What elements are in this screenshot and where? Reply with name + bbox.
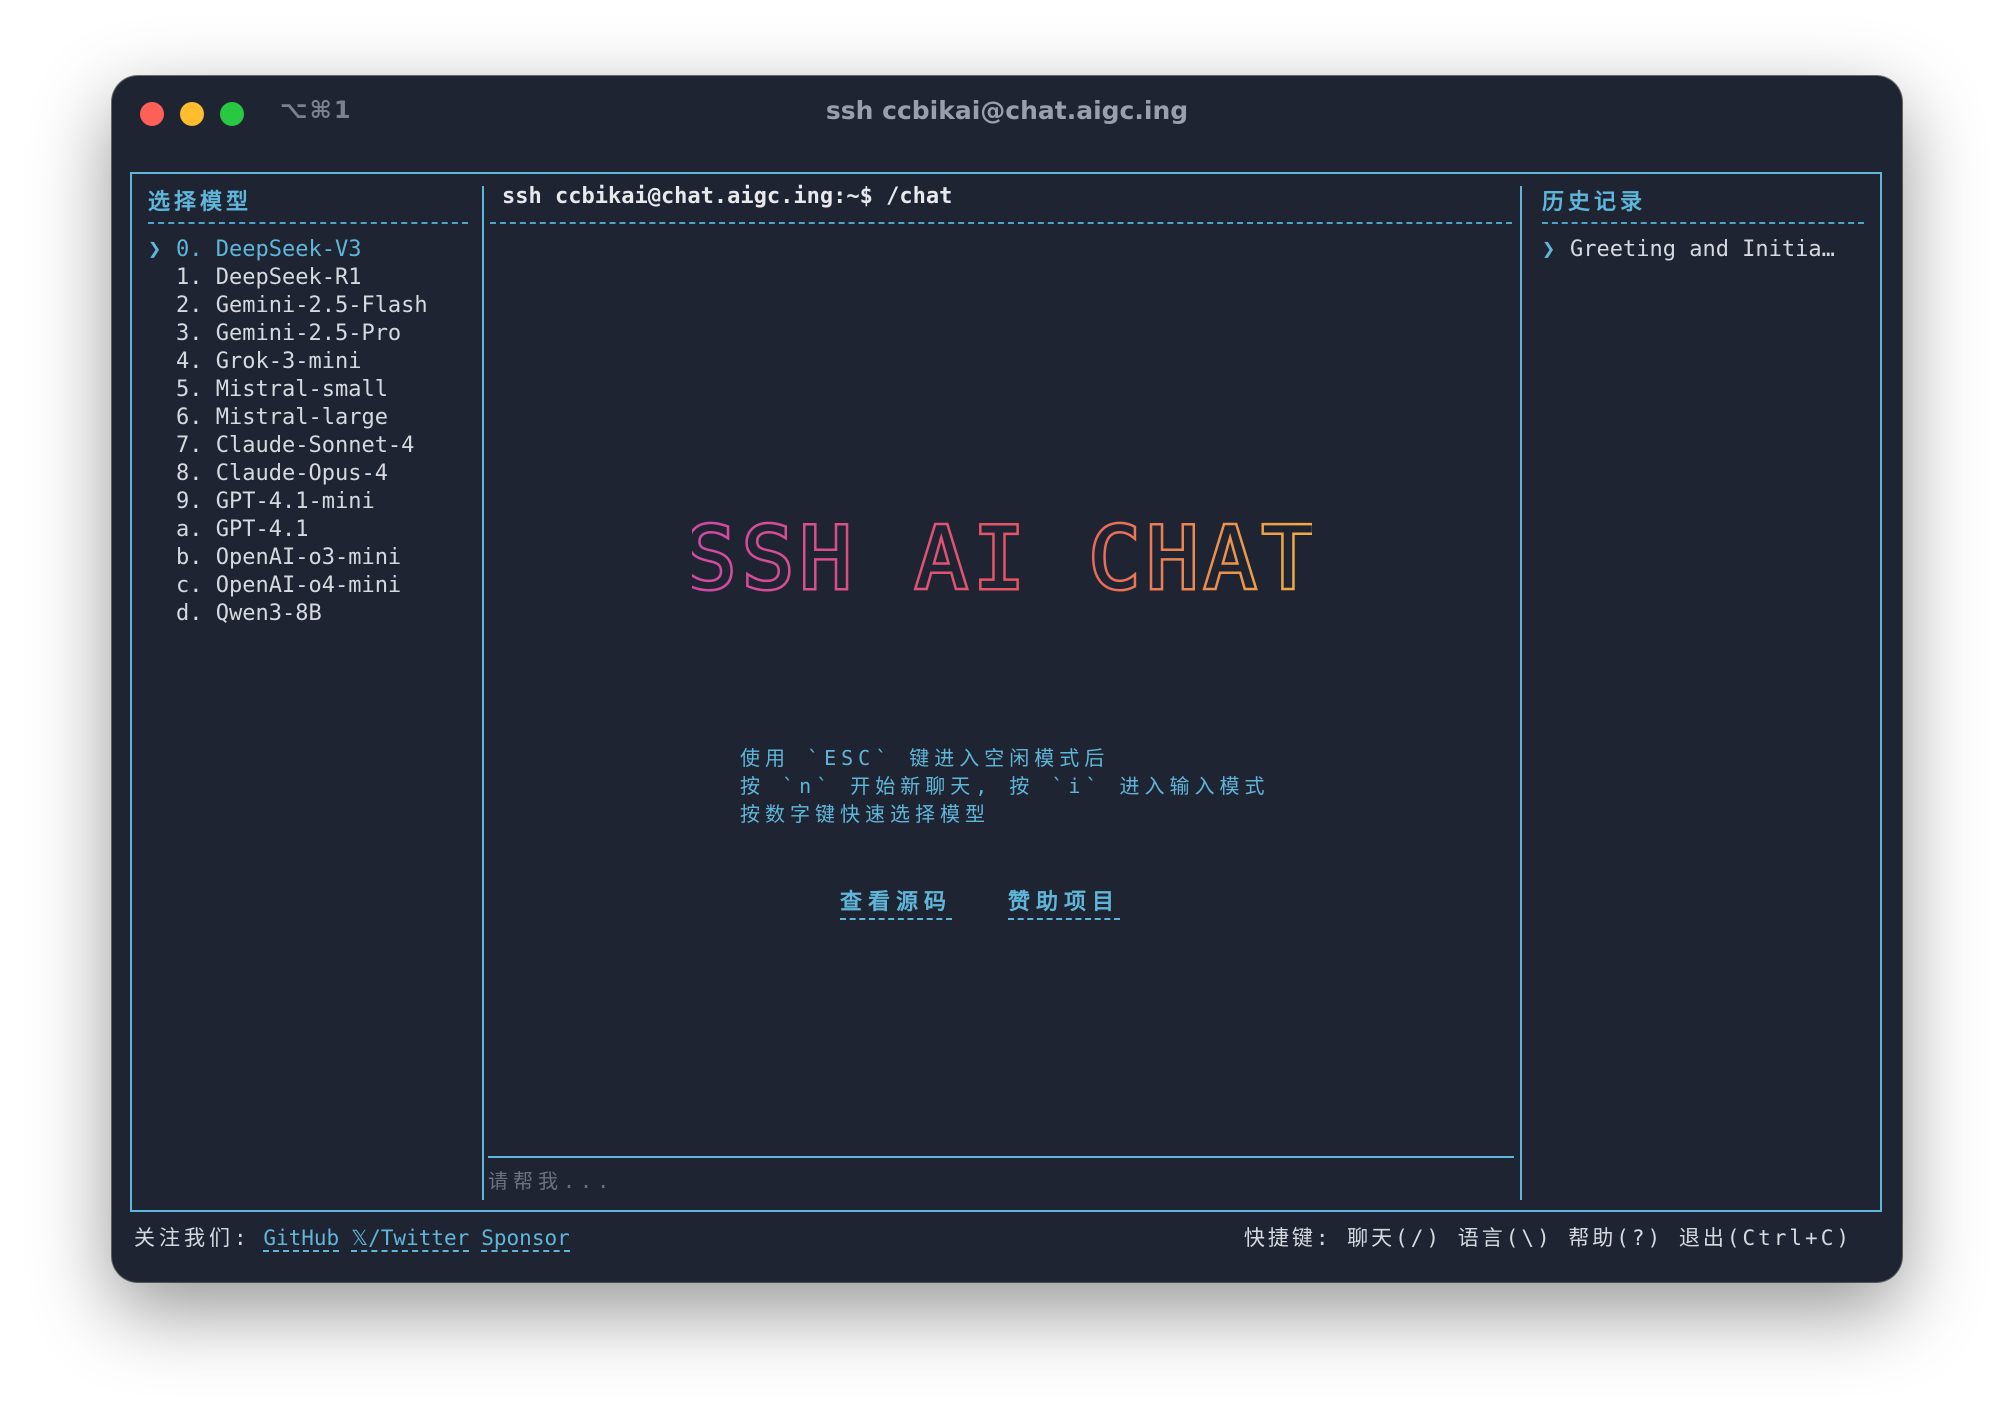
model-item-gemini-2-5-flash[interactable]: 2. Gemini-2.5-Flash	[148, 292, 468, 320]
model-item-claude-opus-4[interactable]: 8. Claude-Opus-4	[148, 460, 468, 488]
usage-hints: 使用 `ESC` 键进入空闲模式后 按 `n` 开始新聊天, 按 `i` 进入输…	[740, 744, 1270, 828]
sponsor-project-link[interactable]: 赞助项目	[1008, 884, 1121, 920]
model-item-mistral-small[interactable]: 5. Mistral-small	[148, 376, 468, 404]
github-link[interactable]: GitHub	[263, 1226, 340, 1252]
hint-line-2: 按 `n` 开始新聊天, 按 `i` 进入输入模式	[740, 774, 1270, 798]
follow-us-label: 关注我们:	[134, 1226, 251, 1250]
model-pane-divider	[148, 222, 468, 224]
history-item[interactable]: ❯ Greeting and Initia…	[1542, 236, 1872, 264]
view-source-link[interactable]: 查看源码	[840, 884, 953, 920]
model-item-gemini-2-5-pro[interactable]: 3. Gemini-2.5-Pro	[148, 320, 468, 348]
model-item-deepseek-r1[interactable]: 1. DeepSeek-R1	[148, 264, 468, 292]
model-item-deepseek-v3[interactable]: ❯ 0. DeepSeek-V3	[148, 236, 468, 264]
history-pane-title: 历史记录	[1542, 190, 1647, 215]
model-item-claude-sonnet-4[interactable]: 7. Claude-Sonnet-4	[148, 432, 468, 460]
twitter-link[interactable]: 𝕏/Twitter	[351, 1226, 470, 1252]
banner-text-inner: SSH AI CHAT	[692, 516, 1312, 600]
window-title: ssh ccbikai@chat.aigc.ing	[825, 96, 1189, 125]
selection-marker: ❯	[148, 237, 162, 262]
model-list: ❯ 0. DeepSeek-V3 1. DeepSeek-R1 2. Gemini…	[148, 236, 468, 628]
model-item-openai-o3-mini[interactable]: b. OpenAI-o3-mini	[148, 544, 468, 572]
follow-us-bar: 关注我们: GitHub 𝕏/Twitter Sponsor	[134, 1222, 582, 1252]
chat-pane-divider	[490, 222, 1512, 224]
shortcut-keys: 快捷键: 聊天(/) 语言(\) 帮助(?) 退出(Ctrl+C)	[1243, 1226, 1852, 1250]
hint-line-1: 使用 `ESC` 键进入空闲模式后	[740, 746, 1110, 770]
hint-line-3: 按数字键快速选择模型	[740, 802, 990, 826]
model-item-qwen3-8b[interactable]: d. Qwen3-8B	[148, 600, 468, 628]
title-bar: ⌥⌘1 ssh ccbikai@chat.aigc.ing	[112, 76, 1902, 154]
history-list: ❯ Greeting and Initia…	[1542, 236, 1872, 264]
terminal-window: ⌥⌘1 ssh ccbikai@chat.aigc.ing 选择模型 ❯ 0. D…	[112, 76, 1902, 1282]
model-item-openai-o4-mini[interactable]: c. OpenAI-o4-mini	[148, 572, 468, 600]
command-prompt: ssh ccbikai@chat.aigc.ing:~$ /chat	[502, 184, 953, 209]
model-item-grok-3-mini[interactable]: 4. Grok-3-mini	[148, 348, 468, 376]
left-divider	[482, 186, 484, 1200]
chat-input[interactable]	[488, 1164, 1508, 1198]
sponsor-link[interactable]: Sponsor	[481, 1226, 570, 1252]
history-pane-divider	[1542, 222, 1864, 224]
model-pane-title: 选择模型	[148, 190, 253, 215]
right-divider	[1520, 186, 1522, 1200]
model-item-gpt-4-1-mini[interactable]: 9. GPT-4.1-mini	[148, 488, 468, 516]
model-item-mistral-large[interactable]: 6. Mistral-large	[148, 404, 468, 432]
ssh-ai-chat-banner: SSH AI CHAT SSH AI CHAT	[692, 516, 1312, 600]
input-separator	[488, 1156, 1514, 1158]
history-marker: ❯	[1542, 237, 1556, 262]
model-item-gpt-4-1[interactable]: a. GPT-4.1	[148, 516, 468, 544]
